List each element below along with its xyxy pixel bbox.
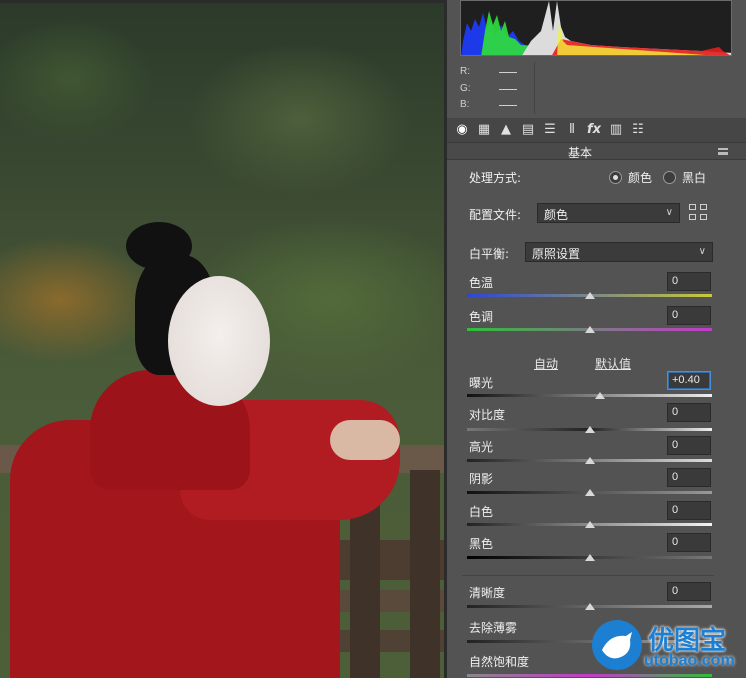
section-divider	[462, 575, 714, 576]
lens-icon[interactable]: ⦀	[563, 121, 581, 139]
shadows-label: 阴影	[469, 472, 494, 486]
contrast-label: 对比度	[469, 408, 506, 422]
camera-raw-panel: R: G: B: ◉ ▦ ▲ ▤ ☰ ⦀ fx ▥ ☷ 基本 处理方式: 颜色 …	[447, 0, 746, 678]
radio-bw-label[interactable]: 黑白	[682, 169, 706, 186]
readout-r-value	[499, 72, 517, 73]
clarity-slider-thumb[interactable]	[585, 603, 595, 610]
bench-leg	[410, 470, 440, 678]
process-label: 处理方式:	[469, 171, 522, 185]
readout-divider	[534, 62, 535, 114]
temperature-label: 色温	[469, 276, 494, 290]
default-link[interactable]: 默认值	[595, 355, 631, 372]
panel-toolbar: ◉ ▦ ▲ ▤ ☰ ⦀ fx ▥ ☷	[447, 118, 746, 142]
photo-preview[interactable]	[0, 0, 447, 678]
vibrance-label: 自然饱和度	[469, 655, 530, 669]
profile-browser-icon[interactable]	[689, 204, 709, 222]
shadows-value[interactable]: 0	[667, 468, 711, 487]
white-balance-select-value: 原照设置	[532, 247, 581, 261]
readout-r-label: R:	[460, 66, 470, 77]
exposure-slider-thumb[interactable]	[595, 392, 605, 399]
contrast-value[interactable]: 0	[667, 403, 711, 422]
split-tone-icon[interactable]: ▤	[519, 121, 537, 139]
basic-section-header: 基本	[447, 142, 746, 160]
readout-g-label: G:	[460, 83, 471, 94]
temperature-value[interactable]: 0	[667, 272, 711, 291]
profile-select-value: 颜色	[544, 208, 569, 222]
fx-icon[interactable]: fx	[585, 121, 603, 139]
white-balance-label: 白平衡:	[469, 247, 510, 261]
hsl-icon[interactable]: ☰	[541, 121, 559, 139]
profile-select[interactable]: 颜色 ∨	[537, 203, 680, 223]
bird-icon	[592, 620, 642, 670]
watermark-logo: 优图宝 utobao.com	[592, 616, 744, 676]
watermark-url: utobao.com	[644, 652, 735, 669]
histogram-graph	[461, 1, 731, 55]
photo-frame-top	[0, 0, 447, 3]
dehaze-label: 去除薄雾	[469, 621, 518, 635]
grid-icon[interactable]: ▦	[475, 121, 493, 139]
shadows-slider-thumb[interactable]	[585, 489, 595, 496]
whites-value[interactable]: 0	[667, 501, 711, 520]
exposure-label: 曝光	[469, 376, 494, 390]
clarity-label: 清晰度	[469, 586, 506, 600]
readout-b-label: B:	[460, 99, 470, 110]
clarity-value[interactable]: 0	[667, 582, 711, 601]
robe-trim	[330, 420, 400, 460]
readout-g-value	[499, 89, 517, 90]
highlights-slider-thumb[interactable]	[585, 457, 595, 464]
section-title: 基本	[567, 146, 592, 160]
radio-color-label[interactable]: 颜色	[628, 169, 652, 186]
panel-menu-icon[interactable]	[718, 148, 728, 155]
radio-bw[interactable]	[663, 171, 676, 184]
chevron-down-icon: ∨	[665, 207, 673, 218]
highlights-label: 高光	[469, 440, 494, 454]
blacks-value[interactable]: 0	[667, 533, 711, 552]
whites-label: 白色	[469, 505, 494, 519]
presets-icon[interactable]: ☷	[629, 121, 647, 139]
whites-slider-thumb[interactable]	[585, 521, 595, 528]
exposure-value[interactable]: +0.40	[667, 371, 711, 390]
tint-label: 色调	[469, 310, 494, 324]
white-balance-select[interactable]: 原照设置 ∨	[525, 242, 713, 262]
blacks-label: 黑色	[469, 537, 494, 551]
chevron-down-icon: ∨	[698, 246, 706, 257]
exposure-slider-track[interactable]	[467, 394, 712, 397]
camera-calibration-icon[interactable]: ▥	[607, 121, 625, 139]
face-mask-oval	[168, 276, 270, 406]
blacks-slider-thumb[interactable]	[585, 554, 595, 561]
histogram	[460, 0, 732, 56]
mountain-icon[interactable]: ▲	[497, 121, 515, 139]
temperature-slider-thumb[interactable]	[585, 292, 595, 299]
auto-link[interactable]: 自动	[534, 355, 558, 372]
highlights-value[interactable]: 0	[667, 436, 711, 455]
profile-label: 配置文件:	[469, 208, 522, 222]
readout-b-value	[499, 105, 517, 106]
aperture-icon[interactable]: ◉	[453, 121, 471, 139]
contrast-slider-thumb[interactable]	[585, 426, 595, 433]
tint-value[interactable]: 0	[667, 306, 711, 325]
radio-color[interactable]	[609, 171, 622, 184]
tint-slider-thumb[interactable]	[585, 326, 595, 333]
